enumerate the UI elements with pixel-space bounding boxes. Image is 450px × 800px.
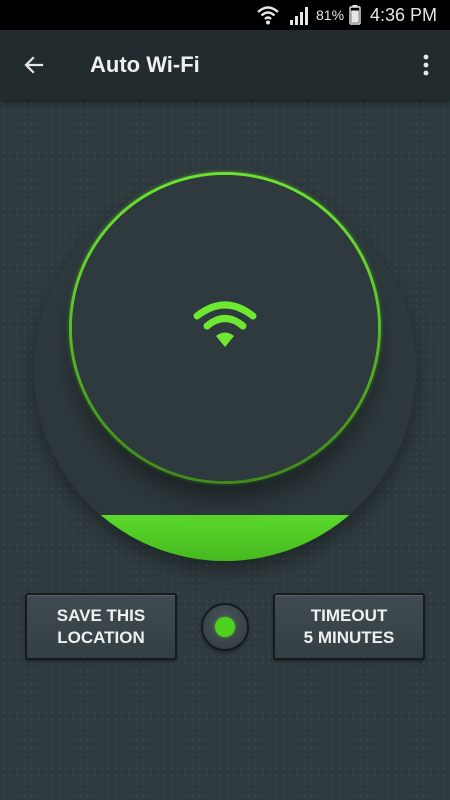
timeout-label-line2: 5 MINUTES [303,627,395,647]
battery-icon [349,0,361,30]
timeout-label-line1: TIMEOUT [310,605,388,625]
back-arrow-icon [24,56,44,74]
status-time: 4:36 PM [370,4,438,25]
save-label-line1: SAVE THIS [56,605,146,625]
wifi-icon [256,0,280,30]
more-vert-icon [423,54,429,76]
page-title: Auto Wi-Fi [90,52,200,77]
overflow-menu-button[interactable] [414,45,438,85]
dial-glow [34,515,416,561]
save-label-line2: LOCATION [57,627,145,647]
cell-signal-icon [288,0,312,30]
status-indicator-dot [215,617,235,637]
timeout-button[interactable]: TIMEOUT 5 MINUTES [273,593,425,660]
status-bar: 81% 4:36 PM [0,0,450,30]
wifi-toggle-dial[interactable] [72,175,378,481]
save-location-button[interactable]: SAVE THIS LOCATION [25,593,177,660]
status-indicator [201,603,249,651]
wifi-icon [193,301,257,347]
app-toolbar: Auto Wi-Fi [0,30,450,100]
back-button[interactable] [14,45,54,85]
battery-percent: 81% [316,7,345,23]
